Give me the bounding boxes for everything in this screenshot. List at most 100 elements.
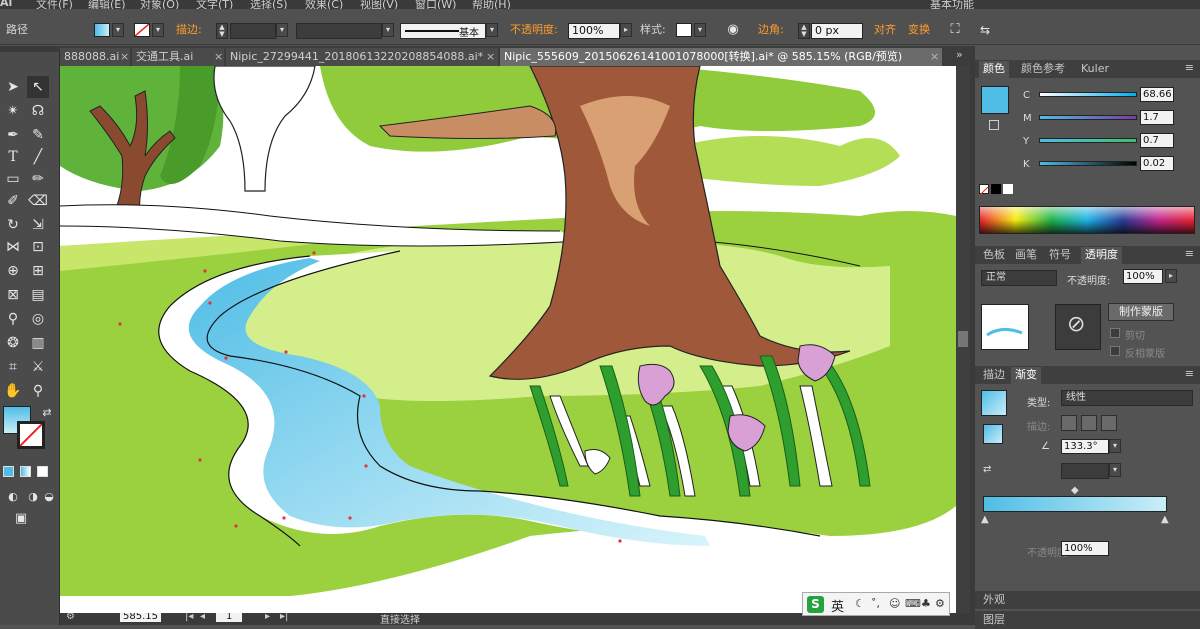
sogou-logo-icon[interactable]: S <box>807 596 824 613</box>
invert-mask-checkbox[interactable] <box>1110 346 1120 356</box>
clip-checkbox[interactable] <box>1110 328 1120 338</box>
stroke-color-box[interactable] <box>17 421 45 449</box>
panel-menu-icon[interactable]: ⇆ <box>974 19 996 41</box>
tab-swatches[interactable]: 色板 <box>979 247 1009 264</box>
mask-thumbnail[interactable]: ⊘ <box>1055 304 1101 350</box>
close-icon[interactable]: × <box>120 48 129 65</box>
pen-tool-icon[interactable]: ✒ <box>2 124 24 146</box>
zoom-input[interactable]: 585.15 <box>120 613 161 622</box>
menu-type[interactable]: 文字(T) <box>196 0 233 9</box>
magenta-input[interactable]: 1.7 <box>1140 110 1174 125</box>
stroke-weight-input[interactable] <box>230 23 276 39</box>
opacity-label[interactable]: 不透明度: <box>510 21 558 37</box>
stroke-dropdown[interactable]: ▾ <box>152 23 164 37</box>
tab-brushes[interactable]: 画笔 <box>1011 247 1041 264</box>
smile-icon[interactable]: ☺ <box>889 597 900 610</box>
keyboard-icon[interactable]: ⌨ <box>905 597 921 610</box>
gradient-slider[interactable] <box>983 496 1167 512</box>
none-swatch[interactable] <box>979 184 989 196</box>
magic-wand-icon[interactable]: ✴ <box>2 100 24 122</box>
skin-icon[interactable]: ♣ <box>921 597 931 610</box>
moon-icon[interactable]: ☾ <box>855 597 865 610</box>
black-swatch[interactable] <box>991 184 1001 194</box>
scrollbar-thumb[interactable] <box>958 331 968 347</box>
cyan-input[interactable]: 68.66 <box>1140 87 1174 102</box>
swap-fill-stroke-icon[interactable]: ⇄ <box>36 402 58 424</box>
close-icon[interactable]: × <box>486 48 495 65</box>
blend-tool-icon[interactable]: ◎ <box>27 308 49 330</box>
reverse-gradient-icon[interactable]: ⇄ <box>983 464 991 475</box>
midpoint-icon[interactable]: ◆ <box>1071 485 1079 496</box>
color-mode-icon[interactable] <box>3 466 14 477</box>
close-icon[interactable]: × <box>214 48 223 65</box>
perspective-grid-icon[interactable]: ⊞ <box>27 260 49 282</box>
tab-888088[interactable]: 888088.ai × <box>60 48 130 66</box>
tab-nipic-5556-active[interactable]: Nipic_555609_20150626141001078000[转换].ai… <box>500 48 942 66</box>
brush-definition[interactable]: 基本 <box>400 23 486 39</box>
opacity-input[interactable]: 100% <box>1123 269 1163 284</box>
stroke-swatch[interactable] <box>134 23 150 37</box>
scale-icon[interactable]: ⇲ <box>27 214 49 236</box>
width-tool-icon[interactable]: ⋈ <box>2 236 24 258</box>
menu-edit[interactable]: 编辑(E) <box>88 0 126 9</box>
artboard-canvas[interactable] <box>60 66 956 613</box>
rotate-icon[interactable]: ↻ <box>2 214 24 236</box>
blend-mode-select[interactable]: 正常 <box>981 270 1057 286</box>
line-tool-icon[interactable]: ╱ <box>27 146 49 168</box>
ime-toolbar[interactable]: S 英 ☾ ˚, ☺ ⌨ ♣ ⚙ <box>802 592 950 616</box>
prev-page-icon[interactable]: ◂ <box>200 613 205 622</box>
symbol-sprayer-icon[interactable]: ❂ <box>2 332 24 354</box>
direct-selection-tool-icon[interactable]: ↖ <box>27 76 49 98</box>
tab-symbols[interactable]: 符号 <box>1045 247 1075 264</box>
corner-input[interactable]: 0 px <box>811 23 863 39</box>
slice-tool-icon[interactable]: ⚔ <box>27 356 49 378</box>
stroke-weight-spinner[interactable]: ▲ ▼ <box>216 23 228 39</box>
lasso-icon[interactable]: ☊ <box>27 100 49 122</box>
panel-grip[interactable] <box>0 46 60 52</box>
fill-stroke-indicator[interactable] <box>983 424 1003 444</box>
tab-color-guide[interactable]: 颜色参考 <box>1017 61 1069 78</box>
paintbrush-icon[interactable]: ✏ <box>27 168 49 190</box>
stroke-within-button[interactable] <box>1061 415 1077 431</box>
yellow-slider[interactable] <box>1039 138 1137 143</box>
artboard-tool-icon[interactable]: ⌗ <box>2 356 24 378</box>
aspect-ratio-dropdown[interactable]: ▾ <box>1109 463 1121 477</box>
eyedropper-icon[interactable]: ⚲ <box>2 308 24 330</box>
gradient-thumbnail[interactable] <box>981 390 1007 416</box>
black-slider[interactable] <box>1039 161 1137 166</box>
fill-dropdown[interactable]: ▾ <box>112 23 124 37</box>
punctuation-icon[interactable]: ˚, <box>871 597 880 610</box>
stroke-weight-label[interactable]: 描边: <box>176 21 202 37</box>
mesh-tool-icon[interactable]: ⊠ <box>2 284 24 306</box>
variable-width-profile[interactable] <box>296 23 382 39</box>
tab-color[interactable]: 颜色 <box>979 61 1009 78</box>
stop-left-icon[interactable]: ▲ <box>981 514 989 525</box>
vertical-scrollbar[interactable] <box>956 66 970 613</box>
selection-tool-icon[interactable]: ➤ <box>2 76 24 98</box>
recolor-icon[interactable]: ◉ <box>722 19 744 41</box>
rectangle-tool-icon[interactable]: ▭ <box>2 168 24 190</box>
shape-builder-icon[interactable]: ⊕ <box>2 260 24 282</box>
align-link[interactable]: 对齐 <box>874 21 896 37</box>
object-thumbnail[interactable] <box>981 304 1029 350</box>
tab-nipic-2729[interactable]: Nipic_27299441_20180613220208854088.ai* … <box>226 48 498 66</box>
opacity-dropdown[interactable]: ▸ <box>1165 269 1177 283</box>
ime-language[interactable]: 英 <box>831 596 844 615</box>
corner-label[interactable]: 边角: <box>758 21 784 37</box>
tools-icon[interactable]: ⚙ <box>935 597 945 610</box>
transform-link[interactable]: 变换 <box>908 21 930 37</box>
stroke-along-button[interactable] <box>1081 415 1097 431</box>
draw-inside-icon[interactable]: ◒ <box>38 486 60 508</box>
width-profile-dropdown[interactable]: ▾ <box>382 23 394 37</box>
gradient-mode-icon[interactable] <box>20 466 31 477</box>
isolate-icon[interactable]: ⛶ <box>944 19 966 41</box>
out-of-gamut-icon[interactable] <box>989 120 999 130</box>
current-color-swatch[interactable] <box>981 86 1009 114</box>
panel-menu-icon[interactable]: ≡ <box>1185 61 1194 74</box>
menu-object[interactable]: 对象(O) <box>140 0 179 9</box>
tab-kuler[interactable]: Kuler <box>1077 61 1113 78</box>
yellow-input[interactable]: 0.7 <box>1140 133 1174 148</box>
tab-appearance[interactable]: 外观 <box>979 592 1009 609</box>
brush-dropdown[interactable]: ▾ <box>486 23 498 37</box>
angle-input[interactable]: 133.3° <box>1061 439 1109 454</box>
